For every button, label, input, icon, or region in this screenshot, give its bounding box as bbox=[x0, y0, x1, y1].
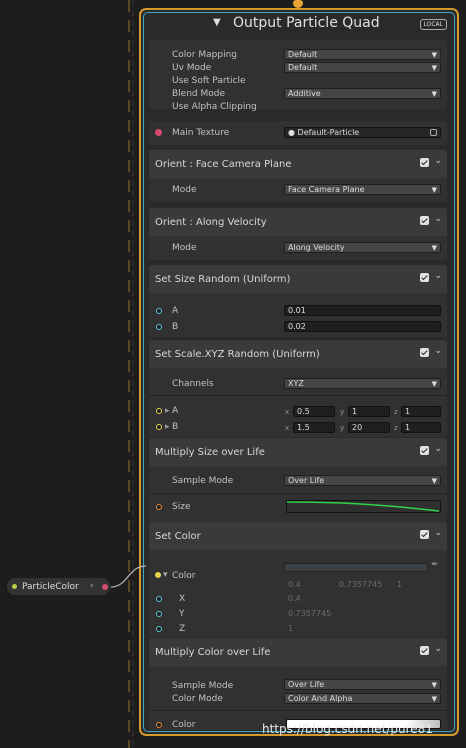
watermark-text: https://blog.csdn.net/pure81 bbox=[262, 722, 433, 736]
property-node-particlecolor[interactable]: ParticleColor ‹ bbox=[6, 577, 111, 596]
output-port[interactable] bbox=[102, 584, 108, 590]
property-name: ParticleColor bbox=[22, 582, 79, 592]
link-wire bbox=[110, 565, 147, 588]
property-dot-icon bbox=[12, 584, 17, 589]
chevron-left-icon[interactable]: ‹ bbox=[90, 581, 94, 591]
